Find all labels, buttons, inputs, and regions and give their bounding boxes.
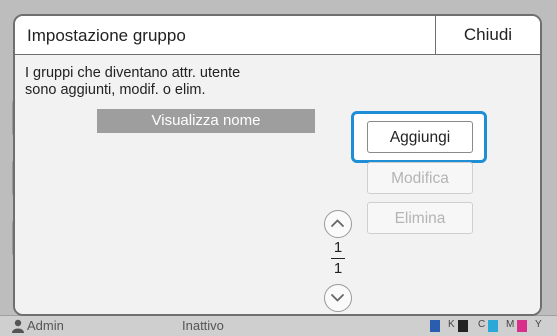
description-text: I gruppi che diventano attr. utente sono… <box>25 65 241 98</box>
dialog-title: Impostazione gruppo <box>27 26 186 45</box>
add-button[interactable]: Aggiungi <box>367 121 473 153</box>
display-name-column-header: Visualizza nome <box>97 109 315 133</box>
chevron-down-icon <box>331 294 344 302</box>
dialog-body: I gruppi che diventano attr. utente sono… <box>15 55 540 314</box>
group-settings-dialog: Impostazione gruppo Chiudi I gruppi che … <box>13 14 542 316</box>
page-up-button[interactable] <box>324 210 352 238</box>
page-down-button[interactable] <box>324 284 352 312</box>
chevron-up-icon <box>331 219 344 227</box>
close-button[interactable]: Chiudi <box>435 16 540 54</box>
total-pages: 1 <box>333 260 343 277</box>
delete-button[interactable]: Elimina <box>367 202 473 234</box>
toner-k-icon <box>458 320 468 332</box>
dialog-header: Impostazione gruppo Chiudi <box>15 16 540 55</box>
toner-label-k: K <box>448 319 455 330</box>
toner-c-icon <box>488 320 498 332</box>
user-icon <box>12 319 24 333</box>
toner-label-y: Y <box>535 319 542 330</box>
page-divider <box>331 258 345 259</box>
status-bar: Admin Inattivo K C M Y <box>0 315 557 336</box>
toner-icon <box>430 320 440 332</box>
user-name: Admin <box>27 318 64 333</box>
machine-status: Inattivo <box>182 318 224 333</box>
current-page: 1 <box>333 239 343 256</box>
toner-m-icon <box>517 320 527 332</box>
edit-button[interactable]: Modifica <box>367 162 473 194</box>
toner-label-m: M <box>506 319 515 330</box>
toner-label-c: C <box>478 319 486 330</box>
